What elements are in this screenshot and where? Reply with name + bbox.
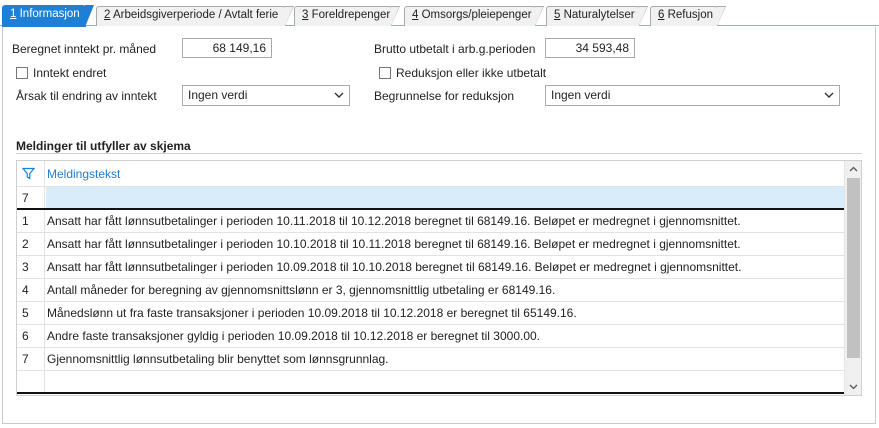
reason-dropdown[interactable]: Ingen verdi <box>182 85 350 106</box>
tab-label: Refusjon <box>664 9 713 21</box>
justification-value: Ingen verdi <box>551 88 611 102</box>
table-row[interactable]: 5 Månedslønn ut fra faste transaksjoner i… <box>17 302 845 325</box>
table-row[interactable]: 1 Ansatt har fått lønnsutbetalinger i per… <box>17 210 845 233</box>
section-divider <box>16 153 862 154</box>
tab-label: Arbeidsgiverperiode / Avtalt ferie <box>110 9 279 21</box>
tab-label: Foreldrepenger <box>308 9 391 21</box>
row-index: 4 <box>17 279 45 301</box>
row-index: 7 <box>17 348 45 370</box>
row-text: Ansatt har fått lønnsutbetalinger i peri… <box>47 214 741 228</box>
row-index: 5 <box>17 302 45 324</box>
vertical-scrollbar[interactable] <box>844 161 861 395</box>
filter-row: 7 <box>17 187 845 210</box>
scroll-down-icon[interactable] <box>848 381 859 392</box>
filter-row-index: 7 <box>17 187 45 208</box>
row-index <box>17 371 45 392</box>
row-text: Månedslønn ut fra faste transaksjoner i … <box>47 306 577 320</box>
tab-informasjon[interactable]: 1 Informasjon <box>2 5 94 27</box>
table-row[interactable]: 6 Andre faste transaksjoner gyldig i peri… <box>17 325 845 348</box>
filter-button[interactable] <box>17 161 45 186</box>
gross-field[interactable]: 34 593,48 <box>545 38 635 58</box>
tab-label: Informasjon <box>16 8 80 20</box>
column-header-meldingstekst[interactable]: Meldingstekst <box>47 161 120 187</box>
tab-naturalytelser[interactable]: 5 Naturalytelser <box>546 6 648 26</box>
messages-title: Meldinger til utfyller av skjema <box>16 139 191 153</box>
reduction-checkbox[interactable] <box>379 67 391 79</box>
income-changed-label: Inntekt endret <box>33 66 107 80</box>
grid-header-row: Meldingstekst <box>17 161 845 187</box>
empty-row <box>17 371 845 394</box>
row-text: Antall måneder for beregning av gjennoms… <box>47 283 556 297</box>
table-row[interactable]: 3 Ansatt har fått lønnsutbetalinger i per… <box>17 256 845 279</box>
row-text: Andre faste transaksjoner gyldig i perio… <box>47 329 541 343</box>
scroll-up-icon[interactable] <box>848 164 859 175</box>
tab-label: Naturalytelser <box>560 9 635 21</box>
table-row[interactable]: 4 Antall måneder for beregning av gjennom… <box>17 279 845 302</box>
tab-label: Omsorgs/pleiepenger <box>418 9 532 21</box>
row-index: 6 <box>17 325 45 347</box>
tab-foreldrepenger[interactable]: 3 Foreldrepenger <box>294 6 400 26</box>
income-field[interactable]: 68 149,16 <box>182 38 272 58</box>
tab-strip: 1 Informasjon 2 Arbeidsgiverperiode / Av… <box>0 0 879 27</box>
reason-value: Ingen verdi <box>188 88 248 102</box>
scrollbar-thumb[interactable] <box>847 178 860 358</box>
justification-label: Begrunnelse for reduksjon <box>374 89 515 103</box>
row-index: 1 <box>17 210 45 232</box>
gross-label: Brutto utbetalt i arb.g.perioden <box>374 42 536 56</box>
reduction-label: Reduksjon eller ikke utbetalt <box>396 66 547 80</box>
justification-dropdown[interactable]: Ingen verdi <box>545 85 840 106</box>
income-label: Beregnet inntekt pr. måned <box>12 42 157 56</box>
income-changed-checkbox[interactable] <box>16 67 28 79</box>
row-text: Ansatt har fått lønnsutbetalinger i peri… <box>47 260 742 274</box>
row-index: 2 <box>17 233 45 255</box>
chevron-down-icon <box>824 92 834 98</box>
filter-input[interactable] <box>46 187 845 208</box>
table-row[interactable]: 2 Ansatt har fått lønnsutbetalinger i per… <box>17 233 845 256</box>
filter-icon <box>21 167 36 180</box>
tab-omsorgs-pleiepenger[interactable]: 4 Omsorgs/pleiepenger <box>404 6 544 26</box>
chevron-down-icon <box>334 92 344 98</box>
reason-label: Årsak til endring av inntekt <box>16 89 157 103</box>
table-row[interactable]: 7 Gjennomsnittlig lønnsutbetaling blir be… <box>17 348 845 371</box>
row-index: 3 <box>17 256 45 278</box>
messages-grid: Meldingstekst 7 1 Ansatt har fått lønnsut… <box>16 160 862 396</box>
tab-arbeidsgiverperiode[interactable]: 2 Arbeidsgiverperiode / Avtalt ferie <box>96 6 294 26</box>
row-text: Ansatt har fått lønnsutbetalinger i peri… <box>47 237 741 251</box>
row-text: Gjennomsnittlig lønnsutbetaling blir ben… <box>47 352 389 366</box>
tab-refusjon[interactable]: 6 Refusjon <box>650 6 726 26</box>
